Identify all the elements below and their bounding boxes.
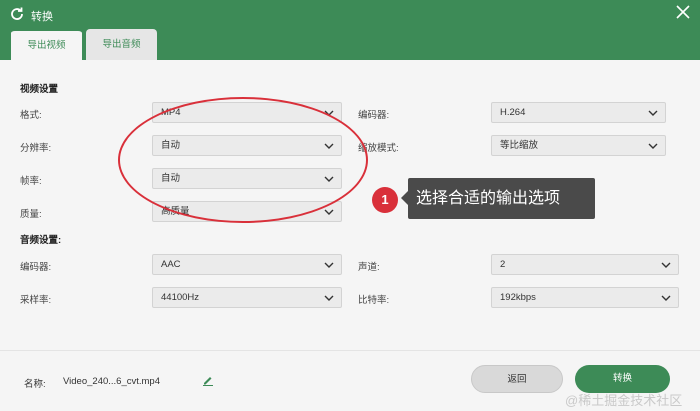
- bitrate-label: 比特率:: [358, 295, 390, 306]
- video-encoder-value: H.264: [500, 107, 526, 118]
- bitrate-select[interactable]: 192kbps: [491, 287, 679, 308]
- audio-settings-title: 音频设置:: [20, 235, 62, 246]
- chevron-down-icon: [648, 143, 658, 149]
- watermark: @稀土掘金技术社区: [565, 393, 683, 408]
- channels-value: 2: [500, 259, 506, 270]
- output-filename: Video_240...6_cvt.mp4: [63, 376, 161, 387]
- chevron-down-icon: [324, 209, 334, 215]
- convert-button[interactable]: 转换: [575, 365, 670, 393]
- tab-export-video[interactable]: 导出视频: [11, 29, 82, 60]
- format-select[interactable]: MP4: [152, 102, 342, 123]
- sample-rate-select[interactable]: 44100Hz: [152, 287, 342, 308]
- video-settings-title: 视频设置: [20, 84, 59, 95]
- bitrate-value: 192kbps: [500, 292, 536, 303]
- resolution-label: 分辨率:: [20, 143, 52, 154]
- edit-icon[interactable]: [202, 374, 214, 386]
- resolution-value: 自动: [161, 140, 181, 151]
- chevron-down-icon: [324, 262, 334, 268]
- chevron-down-icon: [324, 143, 334, 149]
- quality-value: 高质量: [161, 206, 190, 217]
- frame-rate-select[interactable]: 自动: [152, 168, 342, 189]
- tab-export-audio[interactable]: 导出音频: [86, 29, 157, 60]
- scale-mode-value: 等比缩放: [500, 140, 539, 151]
- sample-rate-label: 采样率:: [20, 295, 52, 306]
- quality-select[interactable]: 高质量: [152, 201, 342, 222]
- annotation-tooltip: 选择合适的输出选项: [401, 178, 595, 219]
- step-badge: 1: [372, 187, 398, 213]
- scale-mode-select[interactable]: 等比缩放: [491, 135, 666, 156]
- close-icon[interactable]: [674, 3, 692, 21]
- title-bar: 转换 导出视频 导出音频: [0, 0, 700, 60]
- window-title: 转换: [31, 11, 53, 23]
- chevron-down-icon: [324, 295, 334, 301]
- sample-rate-value: 44100Hz: [161, 292, 200, 303]
- channels-select[interactable]: 2: [491, 254, 679, 275]
- format-label: 格式:: [20, 110, 42, 121]
- back-button[interactable]: 返回: [471, 365, 563, 393]
- scale-mode-label: 缩放模式:: [358, 143, 399, 154]
- footer-divider: [0, 350, 700, 351]
- audio-encoder-label: 编码器:: [20, 262, 52, 273]
- chevron-down-icon: [661, 262, 671, 268]
- format-value: MP4: [161, 107, 181, 118]
- channels-label: 声道:: [358, 262, 380, 273]
- resolution-select[interactable]: 自动: [152, 135, 342, 156]
- chevron-down-icon: [324, 110, 334, 116]
- audio-encoder-value: AAC: [161, 259, 181, 270]
- chevron-down-icon: [648, 110, 658, 116]
- chevron-down-icon: [661, 295, 671, 301]
- chevron-down-icon: [324, 176, 334, 182]
- refresh-icon: [11, 7, 23, 20]
- name-label: 名称:: [24, 379, 46, 390]
- quality-label: 质量:: [20, 209, 42, 220]
- audio-encoder-select[interactable]: AAC: [152, 254, 342, 275]
- video-encoder-label: 编码器:: [358, 110, 390, 121]
- frame-rate-label: 帧率:: [20, 176, 42, 187]
- frame-rate-value: 自动: [161, 173, 181, 184]
- video-encoder-select[interactable]: H.264: [491, 102, 666, 123]
